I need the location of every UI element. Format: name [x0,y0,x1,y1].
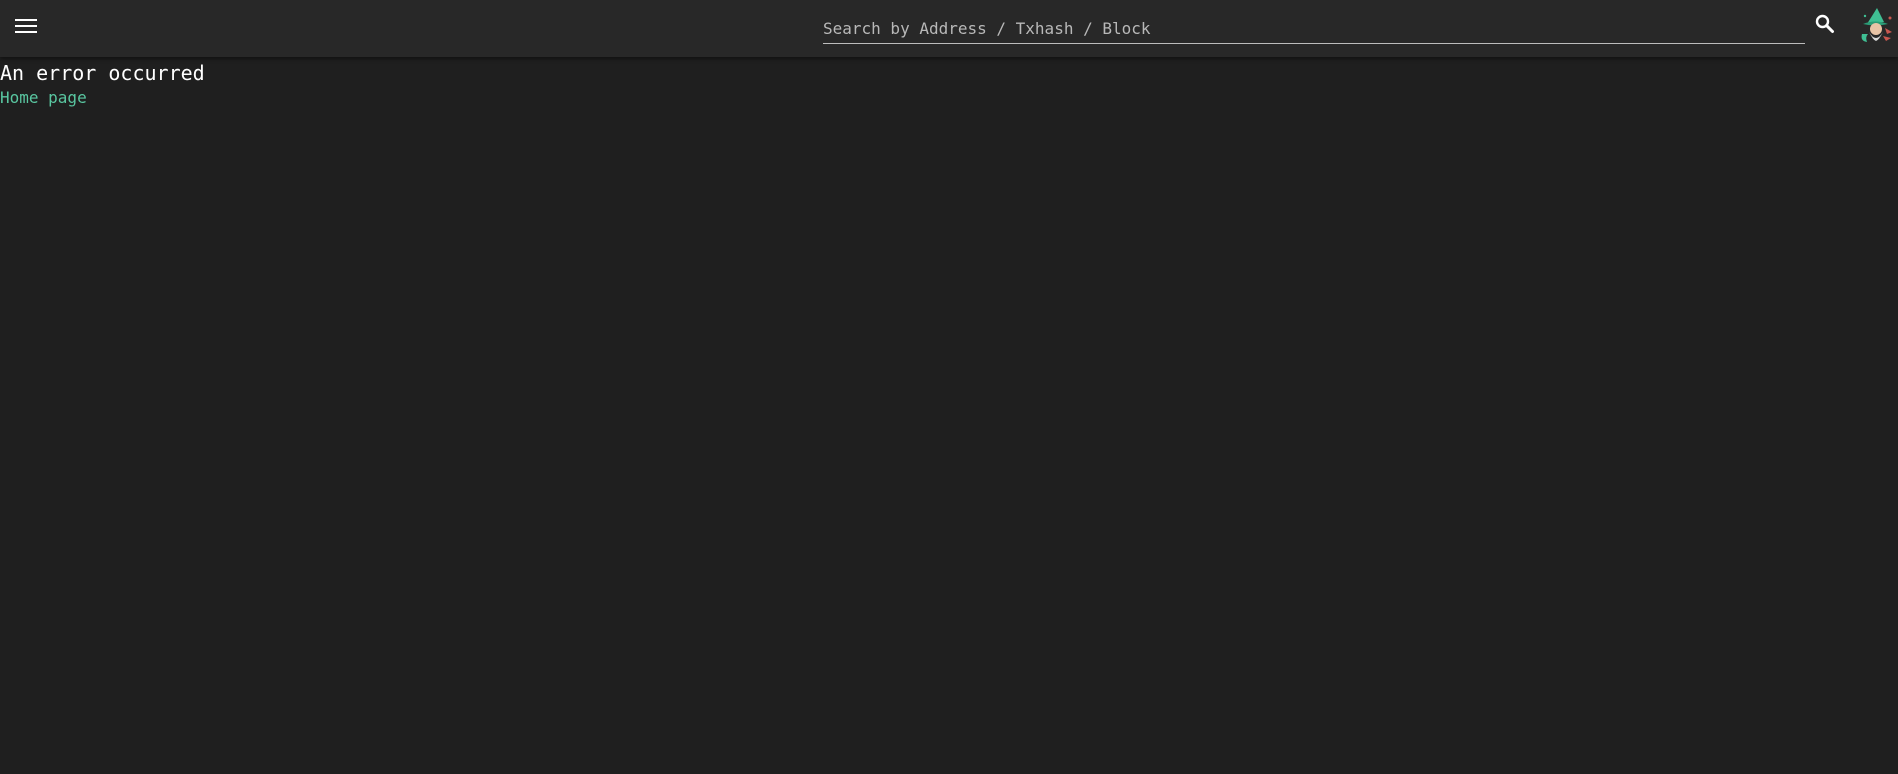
search-icon [1815,14,1834,33]
top-app-bar [0,0,1898,57]
error-title: An error occurred [0,61,205,85]
home-page-link[interactable]: Home page [0,88,87,108]
main-content: An error occurred Home page [0,60,205,108]
search-button[interactable] [1813,12,1837,36]
hamburger-menu-icon [15,19,37,33]
search-field [823,14,1805,46]
avatar[interactable] [1857,6,1895,44]
search-input[interactable] [823,14,1805,44]
wizard-avatar-icon [1861,8,1892,42]
menu-button[interactable] [12,12,40,40]
